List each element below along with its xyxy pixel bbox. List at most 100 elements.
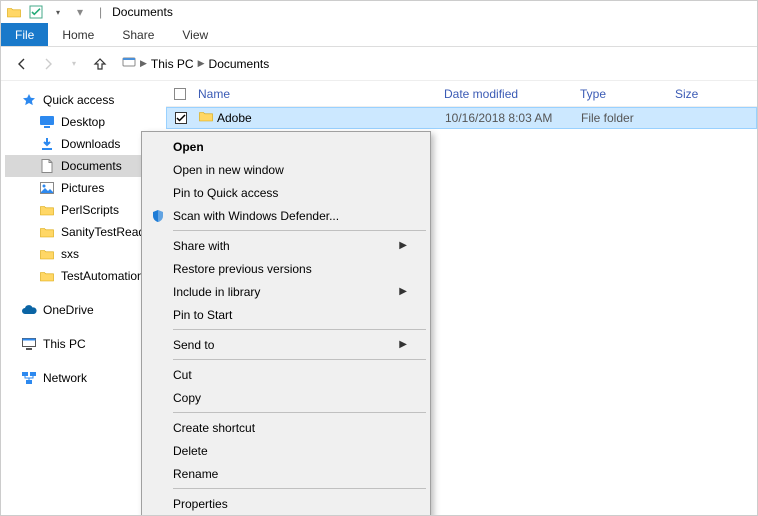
tree-item-downloads[interactable]: Downloads xyxy=(5,133,162,155)
cm-separator xyxy=(173,329,426,330)
cm-label: Rename xyxy=(173,467,218,481)
cm-restore-previous[interactable]: Restore previous versions xyxy=(145,257,427,280)
tree-this-pc[interactable]: This PC xyxy=(5,333,162,355)
tree-label: Pictures xyxy=(61,181,104,195)
chevron-right-icon: ▶ xyxy=(399,240,407,251)
tree-item-documents[interactable]: Documents xyxy=(5,155,162,177)
chevron-right-icon: ▶ xyxy=(399,286,407,297)
breadcrumb-part[interactable]: This PC xyxy=(151,57,194,71)
cm-separator xyxy=(173,230,426,231)
cm-rename[interactable]: Rename xyxy=(145,462,427,485)
quick-access-toolbar: ▾ ▾ | Documents xyxy=(1,1,757,23)
cm-delete[interactable]: Delete xyxy=(145,439,427,462)
forward-button[interactable] xyxy=(37,53,59,75)
up-button[interactable] xyxy=(89,53,111,75)
cm-label: Restore previous versions xyxy=(173,262,312,276)
tree-label: sxs xyxy=(61,247,79,261)
onedrive-icon xyxy=(21,302,37,318)
tree-item-pictures[interactable]: Pictures xyxy=(5,177,162,199)
document-icon xyxy=(39,158,55,174)
file-row[interactable]: Adobe 10/16/2018 8:03 AM File folder xyxy=(166,107,757,129)
cm-label: Cut xyxy=(173,368,192,382)
breadcrumb-sep-icon: ▶ xyxy=(140,58,147,69)
cm-label: Send to xyxy=(173,338,214,352)
folder-icon xyxy=(39,224,55,240)
breadcrumb-sep-icon: ▶ xyxy=(198,58,205,69)
header-checkbox[interactable] xyxy=(166,88,194,100)
cm-share-with[interactable]: Share with▶ xyxy=(145,234,427,257)
window-title: Documents xyxy=(112,5,173,19)
cm-create-shortcut[interactable]: Create shortcut xyxy=(145,416,427,439)
cm-send-to[interactable]: Send to▶ xyxy=(145,333,427,356)
column-date[interactable]: Date modified xyxy=(444,87,580,101)
back-button[interactable] xyxy=(11,53,33,75)
row-name-cell: Adobe xyxy=(195,111,445,125)
cm-label: Pin to Start xyxy=(173,308,232,322)
folder-icon xyxy=(39,202,55,218)
cm-pin-start[interactable]: Pin to Start xyxy=(145,303,427,326)
tab-home[interactable]: Home xyxy=(48,23,108,46)
column-name[interactable]: Name xyxy=(194,87,444,101)
cm-label: Create shortcut xyxy=(173,421,255,435)
cm-open-new-window[interactable]: Open in new window xyxy=(145,158,427,181)
column-size[interactable]: Size xyxy=(675,87,757,101)
qat-divider: | xyxy=(99,5,102,19)
folder-icon xyxy=(5,3,23,21)
chevron-down-icon[interactable]: ▾ xyxy=(49,3,67,21)
row-type: File folder xyxy=(581,111,676,125)
cm-properties[interactable]: Properties xyxy=(145,492,427,515)
tree-label: This PC xyxy=(43,337,86,351)
tree-label: Downloads xyxy=(61,137,120,151)
cm-label: Delete xyxy=(173,444,208,458)
tree-item-desktop[interactable]: Desktop xyxy=(5,111,162,133)
tree-quick-access[interactable]: Quick access xyxy=(5,89,162,111)
pictures-icon xyxy=(39,180,55,196)
tree-label: OneDrive xyxy=(43,303,94,317)
defender-icon xyxy=(149,207,167,225)
tree-label: Quick access xyxy=(43,93,114,107)
network-icon xyxy=(21,370,37,386)
cm-label: Properties xyxy=(173,497,228,511)
tree-item-sxs[interactable]: sxs xyxy=(5,243,162,265)
column-type[interactable]: Type xyxy=(580,87,675,101)
qat-overflow-icon[interactable]: ▾ xyxy=(71,3,89,21)
cm-cut[interactable]: Cut xyxy=(145,363,427,386)
cm-separator xyxy=(173,412,426,413)
cm-scan-defender[interactable]: Scan with Windows Defender... xyxy=(145,204,427,227)
cm-open[interactable]: Open xyxy=(145,135,427,158)
cm-label: Pin to Quick access xyxy=(173,186,278,200)
tree-network[interactable]: Network xyxy=(5,367,162,389)
tree-label: PerlScripts xyxy=(61,203,119,217)
tab-file[interactable]: File xyxy=(1,23,48,46)
tree-item-perlscripts[interactable]: PerlScripts xyxy=(5,199,162,221)
row-checkbox[interactable] xyxy=(167,112,195,124)
cm-pin-quick-access[interactable]: Pin to Quick access xyxy=(145,181,427,204)
cm-separator xyxy=(173,359,426,360)
download-icon xyxy=(39,136,55,152)
cm-separator xyxy=(173,488,426,489)
row-name: Adobe xyxy=(217,111,252,125)
tab-share[interactable]: Share xyxy=(108,23,168,46)
tree-label: Documents xyxy=(61,159,122,173)
cm-label: Include in library xyxy=(173,285,260,299)
tree-label: Desktop xyxy=(61,115,105,129)
tree-item-testautomation[interactable]: TestAutomation xyxy=(5,265,162,287)
cm-label: Open xyxy=(173,140,204,154)
star-icon xyxy=(21,92,37,108)
tree-onedrive[interactable]: OneDrive xyxy=(5,299,162,321)
tab-view[interactable]: View xyxy=(168,23,222,46)
nav-bar: ▾ ▶ This PC ▶ Documents xyxy=(1,47,757,81)
folder-icon xyxy=(199,111,213,125)
breadcrumb-part[interactable]: Documents xyxy=(209,57,270,71)
qat-save-icon[interactable] xyxy=(27,3,45,21)
ribbon: File Home Share View xyxy=(1,23,757,47)
tree-label: Network xyxy=(43,371,87,385)
cm-copy[interactable]: Copy xyxy=(145,386,427,409)
desktop-icon xyxy=(39,114,55,130)
cm-include-library[interactable]: Include in library ▶ xyxy=(145,280,427,303)
context-menu: Open Open in new window Pin to Quick acc… xyxy=(141,131,431,516)
tree-item-sanitytestready[interactable]: SanityTestReady xyxy=(5,221,162,243)
folder-icon xyxy=(39,246,55,262)
recent-dropdown[interactable]: ▾ xyxy=(63,53,85,75)
breadcrumb[interactable]: ▶ This PC ▶ Documents xyxy=(115,52,747,76)
